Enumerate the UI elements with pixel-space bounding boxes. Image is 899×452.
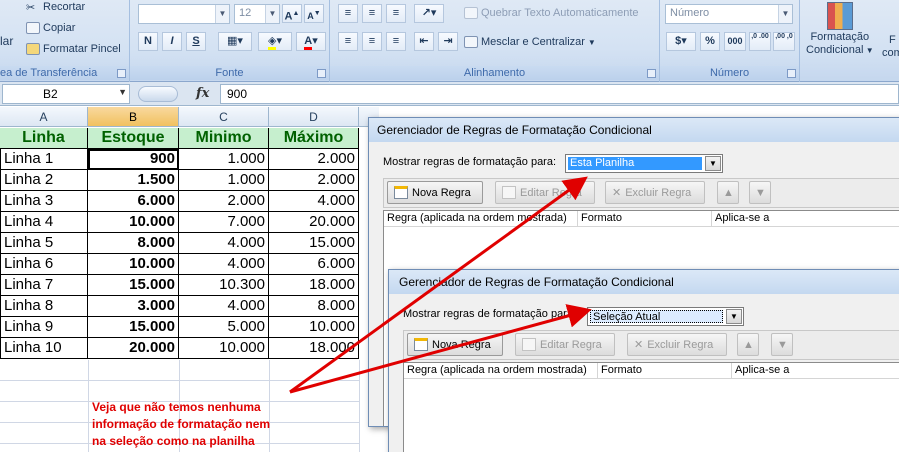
arrow-to-sheet-dropdown xyxy=(289,176,588,394)
arrow-to-selection-dropdown xyxy=(289,304,592,394)
annotation-arrows xyxy=(289,176,592,394)
